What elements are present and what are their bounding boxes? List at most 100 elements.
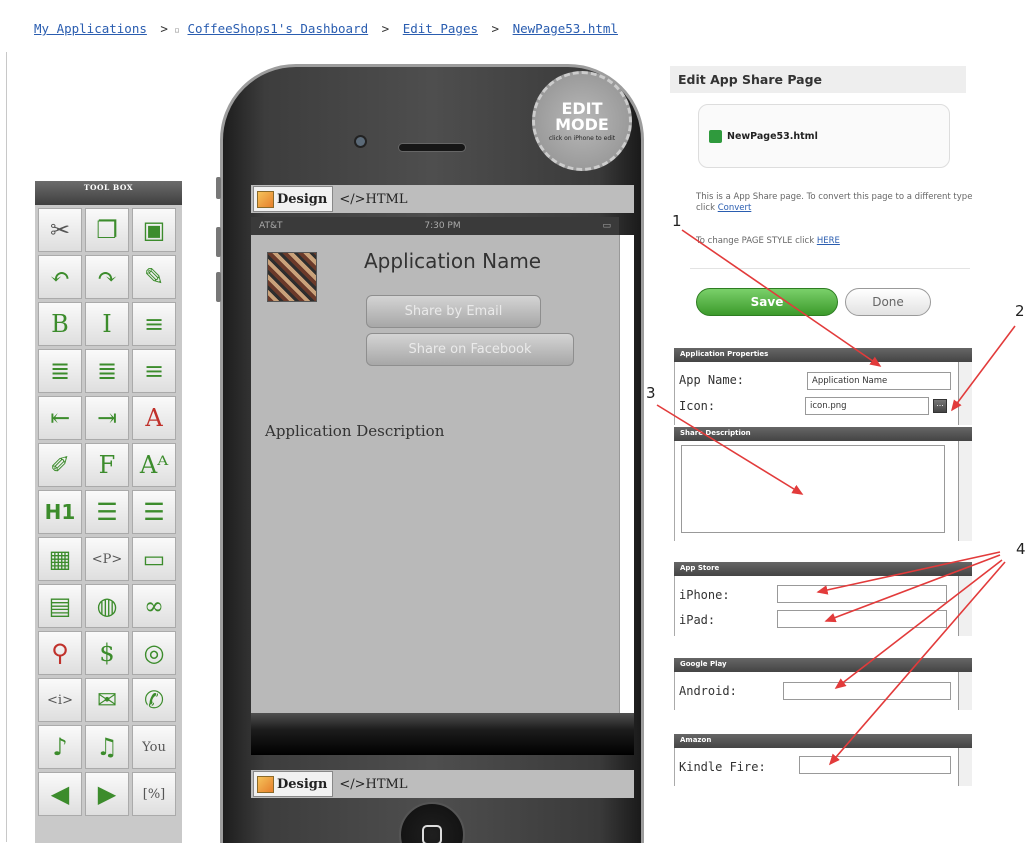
page: My Applications > ▫ CoffeeShops1's Dashbo… [0, 0, 1028, 843]
bold-icon[interactable]: B [38, 302, 82, 346]
web-link-icon[interactable]: ◍ [85, 584, 129, 628]
video-icon[interactable]: ▶ [85, 772, 129, 816]
annotation-4: 4 [1016, 540, 1026, 558]
breadcrumb-separator: > [491, 21, 500, 36]
align-right-icon[interactable]: ≣ [85, 349, 129, 393]
copy-icon[interactable]: ❐ [85, 208, 129, 252]
phone-scrollbar[interactable] [619, 235, 634, 713]
android-url-field[interactable] [783, 682, 951, 700]
done-button[interactable]: Done [845, 288, 931, 316]
share-description-header: Share Description [674, 427, 972, 441]
amazon-scrollbar[interactable] [958, 748, 972, 786]
map-icon[interactable]: ⚲ [38, 631, 82, 675]
front-camera [356, 137, 365, 146]
undo-icon[interactable]: ↶ [38, 255, 82, 299]
share-description-scrollbar[interactable] [958, 441, 972, 541]
icon-browse-button[interactable]: ... [933, 399, 947, 413]
email-icon[interactable]: ✉ [85, 678, 129, 722]
tab-design-bottom[interactable]: Design [253, 771, 334, 797]
align-center-icon[interactable]: ≣ [38, 349, 82, 393]
app-description[interactable]: Application Description [265, 422, 444, 440]
panel-divider [690, 268, 970, 269]
mp3-icon[interactable]: ♪ [38, 725, 82, 769]
amazon-section: Kindle Fire: [674, 748, 972, 786]
edit-mode-badge: EDIT MODE click on iPhone to edit [532, 71, 632, 171]
variable-icon[interactable]: [%] [132, 772, 176, 816]
page-link-icon[interactable]: ▤ [38, 584, 82, 628]
phone-screen[interactable]: AT&T 7:30 PM ▭ Application Name Share by… [251, 217, 619, 713]
file-icon [709, 129, 722, 143]
share-facebook-button[interactable]: Share on Facebook [366, 333, 574, 366]
outdent-icon[interactable]: ⇤ [38, 396, 82, 440]
annotation-3: 3 [646, 384, 656, 402]
app-properties-scrollbar[interactable] [958, 362, 972, 425]
convert-link[interactable]: Convert [718, 203, 752, 213]
tab-html-bottom[interactable]: </>HTML [339, 777, 407, 792]
breadcrumb-my-applications[interactable]: My Applications [34, 21, 147, 36]
font-color-icon[interactable]: A [132, 396, 176, 440]
breadcrumb-current-page[interactable]: NewPage53.html [513, 21, 618, 36]
share-description-textarea[interactable] [681, 445, 945, 533]
justify-icon[interactable]: ≡ [132, 349, 176, 393]
highlight-icon[interactable]: ✐ [38, 443, 82, 487]
share-email-button[interactable]: Share by Email [366, 295, 541, 328]
breadcrumb-separator: > [160, 21, 168, 36]
font-icon[interactable]: F [85, 443, 129, 487]
align-left-icon[interactable]: ≡ [132, 302, 176, 346]
save-button[interactable]: Save [696, 288, 838, 316]
app-store-scrollbar[interactable] [958, 576, 972, 636]
link-icon[interactable]: ∞ [132, 584, 176, 628]
google-play-header: Google Play [674, 658, 972, 672]
phone-icon[interactable]: ✆ [132, 678, 176, 722]
ordered-list-icon[interactable]: ☰ [132, 490, 176, 534]
wav-icon[interactable]: ◀ [38, 772, 82, 816]
rss-icon[interactable]: ◎ [132, 631, 176, 675]
italic-icon[interactable]: I [85, 302, 129, 346]
app-name-label: App Name: [679, 373, 745, 387]
iphone-url-field[interactable] [777, 585, 947, 603]
cut-icon[interactable]: ✂ [38, 208, 82, 252]
iphone-label: iPhone: [679, 588, 730, 602]
audio-link-icon[interactable]: ♫ [85, 725, 129, 769]
breadcrumb-dashboard[interactable]: CoffeeShops1's Dashboard [188, 21, 369, 36]
font-size-icon[interactable]: Aᴬ [132, 443, 176, 487]
mode-tabs-bottom: Design </>HTML [251, 770, 634, 798]
toolbox-title: TOOL BOX [35, 181, 182, 205]
paragraph-icon[interactable]: <P> [85, 537, 129, 581]
ipad-url-field[interactable] [777, 610, 947, 628]
file-card: NewPage53.html [698, 104, 950, 168]
edit-mode-hint: click on iPhone to edit [548, 134, 616, 142]
image-icon[interactable]: ▭ [132, 537, 176, 581]
amazon-header: Amazon [674, 734, 972, 748]
toolbox-grid: ✂ ❐ ▣ ↶ ↷ ✎ B I ≡ ≣ ≣ ≡ ⇤ ⇥ A ✐ F Aᴬ H1 ☰ ☰ ▦ <P> ▭ ▤ ◍ ∞ ⚲ $ ◎ <i> ✉ ✆ ♪… [35, 205, 182, 816]
page-style-link[interactable]: HERE [817, 236, 840, 246]
app-properties-header: Application Properties [674, 348, 972, 362]
android-label: Android: [679, 684, 737, 698]
indent-icon[interactable]: ⇥ [85, 396, 129, 440]
kindle-label: Kindle Fire: [679, 760, 766, 774]
payment-icon[interactable]: $ [85, 631, 129, 675]
breadcrumb-edit-pages[interactable]: Edit Pages [403, 21, 478, 36]
paste-icon[interactable]: ▣ [132, 208, 176, 252]
volume-down-button [216, 272, 221, 302]
table-icon[interactable]: ▦ [38, 537, 82, 581]
youtube-icon[interactable]: You [132, 725, 176, 769]
heading-icon[interactable]: H1 [38, 490, 82, 534]
icon-field[interactable]: icon.png [805, 397, 929, 415]
iphone-preview[interactable]: EDIT MODE click on iPhone to edit Design… [216, 64, 644, 843]
app-icon[interactable] [267, 252, 317, 302]
unordered-list-icon[interactable]: ☰ [85, 490, 129, 534]
file-name: NewPage53.html [727, 130, 818, 142]
tab-design[interactable]: Design [253, 186, 334, 212]
app-store-header: App Store [674, 562, 972, 576]
app-store-section: iPhone: iPad: [674, 576, 972, 636]
kindle-url-field[interactable] [799, 756, 951, 774]
tab-html[interactable]: </>HTML [339, 192, 407, 207]
info-icon[interactable]: <i> [38, 678, 82, 722]
convert-info: This is a App Share page. To convert thi… [696, 192, 976, 214]
redo-icon[interactable]: ↷ [85, 255, 129, 299]
google-play-scrollbar[interactable] [958, 672, 972, 710]
app-name-field[interactable]: Application Name [807, 372, 951, 390]
app-name-heading[interactable]: Application Name [364, 249, 541, 273]
eraser-icon[interactable]: ✎ [132, 255, 176, 299]
